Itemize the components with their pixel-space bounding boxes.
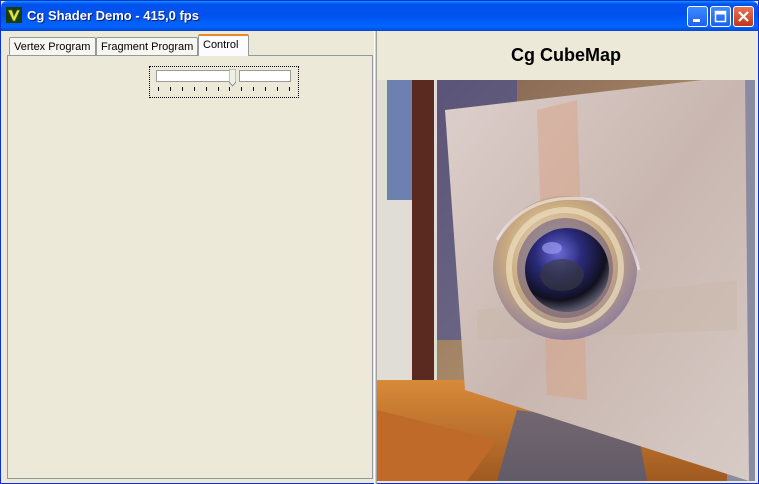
tab-control[interactable]: Control xyxy=(198,34,249,56)
render-title: Cg CubeMap xyxy=(511,45,621,65)
slider-tick xyxy=(218,87,219,91)
slider-tick xyxy=(289,87,290,91)
maximize-icon xyxy=(714,10,727,23)
minimize-icon xyxy=(693,19,700,22)
slider-track-filled[interactable] xyxy=(156,70,234,82)
slider-tick xyxy=(265,87,266,91)
slider-tick xyxy=(182,87,183,91)
slider-tick xyxy=(241,87,242,91)
tab-vertex-program[interactable]: Vertex Program xyxy=(9,37,96,55)
render-panel: Cg CubeMap xyxy=(377,31,755,481)
slider-tick xyxy=(194,87,195,91)
cubemap-scene-image xyxy=(377,80,755,481)
close-button[interactable] xyxy=(733,6,754,27)
minimize-button[interactable] xyxy=(687,6,708,27)
tab-content-control xyxy=(7,55,373,479)
slider-tick xyxy=(170,87,171,91)
render-viewport[interactable] xyxy=(377,80,755,481)
slider-thumb[interactable] xyxy=(229,69,236,87)
window-title: Cg Shader Demo - 415,0 fps xyxy=(27,8,199,23)
control-slider[interactable] xyxy=(149,66,299,98)
maximize-button[interactable] xyxy=(710,6,731,27)
slider-track-empty[interactable] xyxy=(239,70,291,82)
app-window: Cg Shader Demo - 415,0 fps Vertex Progra… xyxy=(0,0,759,484)
slider-tick xyxy=(253,87,254,91)
control-panel: Vertex Program Fragment Program Control xyxy=(5,31,374,480)
slider-ticks xyxy=(158,87,290,93)
app-icon[interactable] xyxy=(6,7,22,23)
close-icon xyxy=(738,11,749,22)
slider-tick xyxy=(229,87,230,91)
title-bar[interactable]: Cg Shader Demo - 415,0 fps xyxy=(1,1,758,31)
render-header: Cg CubeMap xyxy=(377,31,755,81)
slider-tick xyxy=(277,87,278,91)
slider-tick xyxy=(158,87,159,91)
tab-fragment-program[interactable]: Fragment Program xyxy=(96,37,198,55)
slider-tick xyxy=(206,87,207,91)
